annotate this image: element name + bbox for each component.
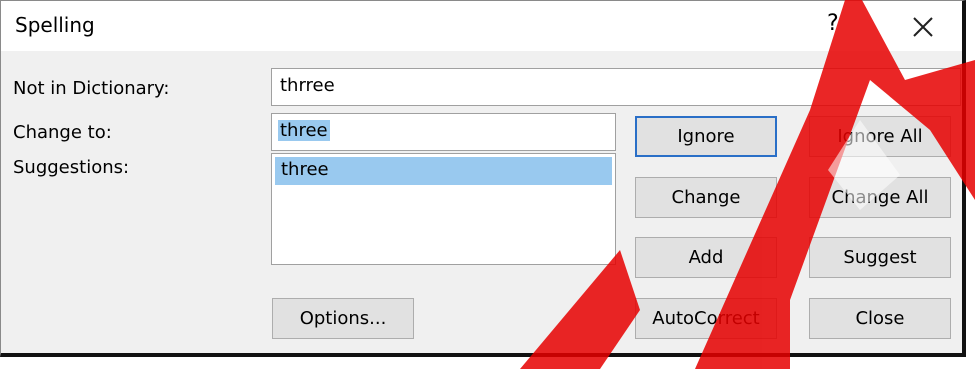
close-button[interactable]: Close xyxy=(809,298,951,339)
change-all-button[interactable]: Change All xyxy=(809,177,951,218)
not-in-dictionary-field[interactable]: thrree xyxy=(271,68,961,106)
suggestions-list[interactable]: three xyxy=(271,153,616,265)
suggestion-item[interactable]: three xyxy=(275,157,612,185)
spelling-dialog: Spelling ? Not in Dictionary: thrree Cha… xyxy=(0,0,966,357)
close-icon[interactable] xyxy=(909,13,937,41)
help-button[interactable]: ? xyxy=(827,11,839,36)
not-in-dictionary-label: Not in Dictionary: xyxy=(13,78,170,99)
suggestions-label: Suggestions: xyxy=(13,157,130,178)
options-button[interactable]: Options... xyxy=(272,298,414,339)
autocorrect-button[interactable]: AutoCorrect xyxy=(635,298,777,339)
ignore-button[interactable]: Ignore xyxy=(635,116,777,157)
title-bar: Spelling ? xyxy=(1,1,962,51)
ignore-all-button[interactable]: Ignore All xyxy=(809,116,951,157)
dialog-title: Spelling xyxy=(15,13,95,37)
change-to-input[interactable]: three xyxy=(271,113,616,151)
suggest-button[interactable]: Suggest xyxy=(809,237,951,278)
change-button[interactable]: Change xyxy=(635,177,777,218)
change-to-label: Change to: xyxy=(13,122,112,143)
change-to-value: three xyxy=(278,120,330,141)
not-in-dictionary-value: thrree xyxy=(280,75,335,96)
add-button[interactable]: Add xyxy=(635,237,777,278)
